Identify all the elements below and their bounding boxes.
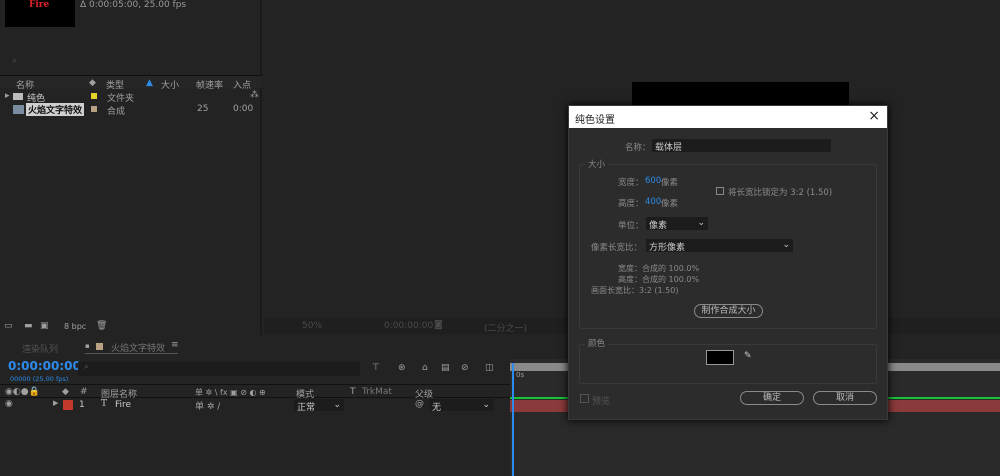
layer-row[interactable]: ◉ ▶ 1 T Fire 单 ✲ / 正常 ⌄ @ 无 ⌄ — [0, 398, 510, 413]
pickwhip-icon[interactable]: @ — [415, 399, 424, 409]
comp-thumbnail: Fire — [5, 0, 75, 27]
height-unit: 像素 — [661, 199, 679, 209]
units-value: 像素 — [649, 221, 668, 231]
item-type: 合成 — [107, 107, 126, 117]
parent-select[interactable]: 无 ⌄ — [429, 399, 493, 413]
menu-icon[interactable]: ≡ — [171, 340, 179, 350]
item-name: 火焰文字特效 — [26, 103, 85, 116]
col-switches: 单 ✲ \ fx ▣ ⊘ ◐ ⊕ — [195, 388, 266, 397]
expand-arrow-icon[interactable]: ▸ — [5, 91, 10, 101]
color-swatch[interactable] — [706, 350, 734, 365]
visibility-icon[interactable]: ◉ — [5, 399, 13, 409]
layer-column-header: ◉◐●🔒 ◆ # 图层名称 单 ✲ \ fx ▣ ⊘ ◐ ⊕ 模式 T TrkM… — [0, 384, 510, 400]
comp-color — [96, 343, 103, 350]
sort-icon: ▲ — [146, 78, 153, 88]
expand-arrow-icon[interactable]: ▶ — [53, 399, 58, 407]
label-color[interactable] — [91, 106, 97, 112]
name-label: 名称： — [625, 143, 651, 153]
size-group-label: 大小 — [585, 158, 609, 170]
bpc-button[interactable]: 8 bpc — [64, 322, 86, 331]
dialog-titlebar: 纯色设置 × — [569, 106, 887, 128]
snapshot-icon[interactable]: ◙ — [434, 320, 443, 330]
color-group-label: 颜色 — [585, 337, 609, 349]
info-width: 宽度：合成的 100.0% — [618, 264, 700, 273]
cancel-button[interactable]: 取消 — [813, 391, 877, 405]
height-label: 高度： — [618, 199, 644, 209]
name-value: 载体层 — [655, 143, 683, 153]
lock-aspect-checkbox[interactable] — [716, 187, 724, 195]
frame-count: 00000 (25.00 fps) — [10, 375, 69, 383]
project-column-header: 名称 ◆ 类型 ▲ 大小 帧速率 入点 — [0, 75, 262, 91]
list-item[interactable]: 火焰文字特效 合成 25 0:00 — [0, 103, 262, 117]
mode-value: 正常 — [297, 403, 316, 413]
tab-comp[interactable]: ▪ 火焰文字特效 ≡ — [85, 340, 179, 354]
list-item[interactable]: ▸ 纯色 文件夹 ⁂ — [0, 90, 262, 104]
text-layer-icon: T — [101, 399, 108, 409]
project-footer: ▭ ▬ ▣ 8 bpc 🗑 — [0, 320, 262, 334]
trash-icon[interactable]: 🗑 — [96, 321, 107, 331]
close-icon[interactable]: × — [868, 108, 880, 124]
par-value: 方形像素 — [649, 243, 686, 253]
col-trkmat: TrkMat — [362, 387, 392, 397]
tab-label: 火焰文字特效 — [111, 344, 166, 354]
layer-name[interactable]: Fire — [115, 400, 131, 410]
solid-settings-dialog: 纯色设置 × 名称： 载体层 大小 宽度： 600 像素 高度： 400 像素 … — [568, 105, 888, 420]
new-folder-icon[interactable]: ▬ — [24, 321, 33, 331]
composition-icon — [13, 105, 24, 114]
units-select[interactable]: 像素 ⌄ — [646, 217, 708, 231]
ok-button[interactable]: 确定 — [740, 391, 804, 405]
height-value[interactable]: 400 — [645, 197, 661, 207]
info-height: 高度：合成的 100.0% — [618, 275, 700, 284]
comp-flowchart-icon[interactable]: ⊤ — [372, 363, 380, 373]
par-select[interactable]: 方形像素 ⌄ — [646, 239, 793, 253]
resolution-select[interactable]: (二分之一) — [484, 321, 527, 334]
new-comp-icon[interactable]: ▣ — [40, 321, 49, 331]
lock-aspect-label[interactable]: 将长宽比锁定为 3:2 (1.50) — [728, 186, 832, 198]
preview-label[interactable]: 预览 — [592, 394, 610, 407]
eyedropper-icon[interactable]: ✎ — [744, 351, 752, 361]
graph-editor-icon[interactable]: ◫ — [485, 363, 494, 373]
tab-render-queue[interactable]: 渲染队列 — [22, 342, 58, 355]
dialog-title: 纯色设置 — [575, 115, 615, 126]
info-aspect: 画面长宽比：3:2 (1.50) — [591, 286, 679, 295]
tag-icon: ◆ — [89, 78, 96, 88]
magnification-select[interactable]: 50% — [302, 321, 322, 331]
preview-checkbox[interactable] — [580, 394, 589, 403]
layer-label-color[interactable] — [63, 400, 73, 410]
item-fps: 25 — [197, 104, 209, 114]
folder-icon — [13, 93, 23, 100]
motion-blur-icon[interactable]: ⊘ — [461, 363, 469, 373]
name-input[interactable]: 载体层 — [652, 139, 831, 153]
av-switches-icons: ◉◐●🔒 — [5, 387, 40, 397]
col-t: T — [350, 387, 356, 397]
label-icon: ◆ — [62, 387, 69, 397]
search-icon[interactable]: ⌕ — [12, 56, 17, 66]
playhead[interactable] — [512, 363, 514, 476]
frame-blend-icon[interactable]: ▤ — [441, 363, 450, 373]
width-label: 宽度： — [618, 178, 644, 188]
mode-select[interactable]: 正常 ⌄ — [294, 399, 344, 413]
parent-value: 无 — [432, 403, 442, 413]
col-num: # — [80, 387, 88, 397]
timecode[interactable]: 0:00:00:00 — [8, 359, 81, 373]
width-unit: 像素 — [661, 178, 679, 188]
current-time[interactable]: 0:00:00:00 — [384, 321, 433, 331]
interpret-footage-icon[interactable]: ▭ — [4, 321, 13, 331]
layer-search-input[interactable]: ⌕ — [78, 362, 360, 376]
close-icon[interactable]: ▪ — [85, 342, 90, 350]
par-label: 像素长宽比： — [591, 243, 643, 253]
shy-icon[interactable]: ⌂ — [422, 363, 428, 373]
comp-info: Δ 0:00:05:00, 25.00 fps — [80, 0, 187, 10]
units-label: 单位： — [618, 221, 644, 231]
layer-switches[interactable]: 单 ✲ / — [195, 399, 220, 412]
layer-index: 1 — [79, 400, 85, 410]
ruler-label: 0s — [516, 371, 525, 379]
draft-3d-icon[interactable]: ⊛ — [398, 363, 406, 373]
width-value[interactable]: 600 — [645, 176, 661, 186]
item-in: 0:00 — [233, 104, 254, 114]
label-color[interactable] — [91, 93, 97, 99]
project-panel: Fire Δ 0:00:05:00, 25.00 fps ⌕ 名称 ◆ 类型 ▲… — [0, 0, 262, 335]
make-comp-size-button[interactable]: 制作合成大小 — [694, 304, 763, 318]
flowchart-icon[interactable]: ⁂ — [250, 90, 259, 100]
